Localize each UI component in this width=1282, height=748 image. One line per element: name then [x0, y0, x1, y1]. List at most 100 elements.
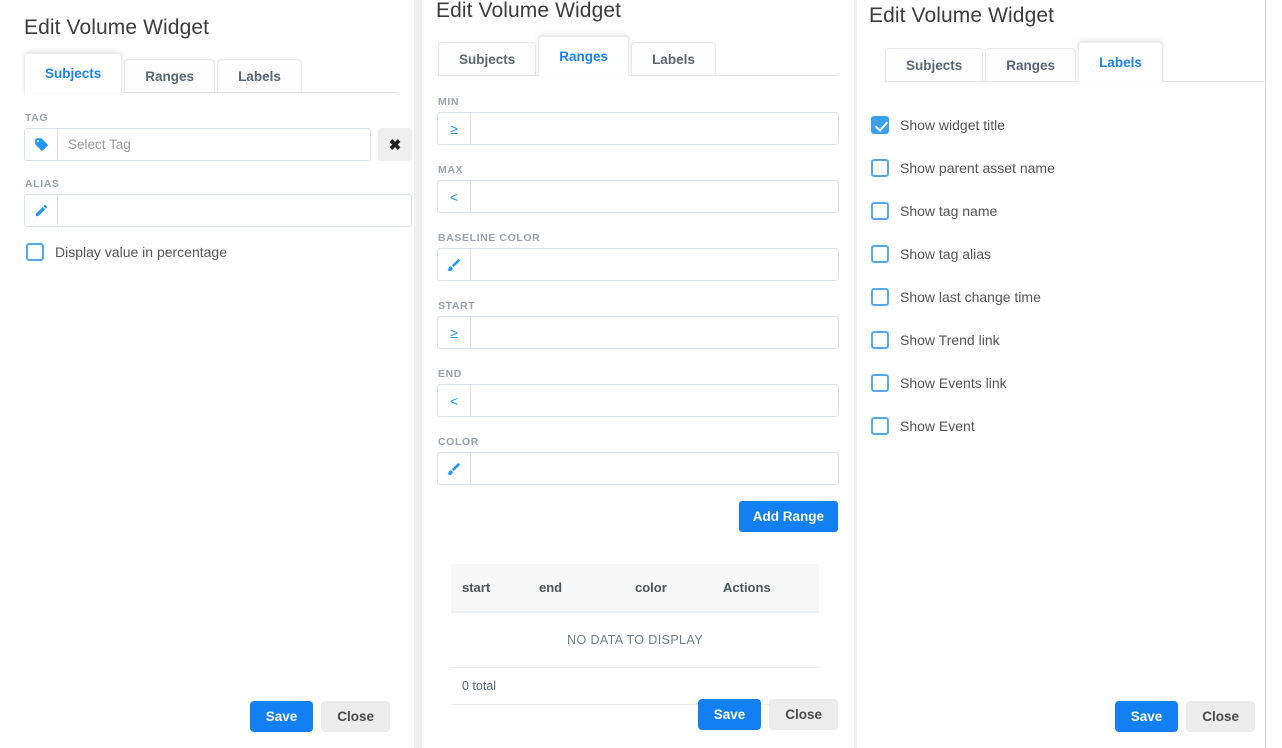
- checkbox-row-show-parent-asset-name[interactable]: Show parent asset name: [871, 146, 1251, 189]
- checkbox-label: Show tag name: [900, 202, 998, 219]
- checkbox-icon[interactable]: [871, 158, 889, 177]
- pencil-icon: [24, 194, 57, 227]
- clear-tag-button[interactable]: ✖: [378, 128, 412, 161]
- no-data-message: NO DATA TO DISPLAY: [451, 612, 819, 668]
- tab-labels[interactable]: Labels: [631, 42, 716, 75]
- checkbox-icon[interactable]: [871, 373, 889, 392]
- checkbox-row-show-last-change-time[interactable]: Show last change time: [871, 275, 1251, 318]
- tab-subjects[interactable]: Subjects: [885, 48, 984, 81]
- checkbox-row-show-widget-title[interactable]: Show widget title: [871, 103, 1251, 146]
- ranges-table: start end color Actions NO DATA TO DISPL…: [451, 564, 819, 705]
- alias-label: ALIAS: [25, 178, 60, 190]
- tab-labels[interactable]: Labels: [1078, 42, 1163, 82]
- baseline-color-input[interactable]: [470, 248, 839, 281]
- dialog-footer: Save Close: [249, 701, 390, 732]
- close-button[interactable]: Close: [321, 701, 390, 732]
- tab-labels[interactable]: Labels: [217, 59, 302, 92]
- end-input[interactable]: [470, 384, 839, 417]
- tab-bar: Subjects Ranges Labels: [24, 53, 398, 93]
- greater-equal-icon: ≥: [437, 112, 470, 145]
- end-label: END: [438, 368, 462, 380]
- page-title: Edit Volume Widget: [24, 16, 210, 39]
- tag-input[interactable]: [57, 128, 371, 161]
- checkbox-label: Show tag alias: [900, 245, 992, 262]
- table-header-row: start end color Actions: [451, 564, 819, 612]
- baseline-color-field-block: BASELINE COLOR: [437, 232, 839, 281]
- dialog-footer: Save Close: [697, 699, 838, 730]
- start-label: START: [438, 300, 476, 312]
- close-icon: ✖: [388, 136, 402, 154]
- color-field-block: COLOR: [437, 436, 839, 485]
- add-range-button[interactable]: Add Range: [738, 501, 838, 532]
- tag-field-block: TAG ✖: [24, 112, 412, 161]
- checkbox-icon[interactable]: [871, 244, 889, 263]
- tag-label: TAG: [25, 112, 49, 124]
- save-button[interactable]: Save: [1114, 701, 1179, 732]
- max-label: MAX: [438, 164, 464, 176]
- baseline-color-label: BASELINE COLOR: [438, 232, 541, 244]
- less-than-icon: <: [437, 384, 470, 417]
- min-label: MIN: [438, 96, 460, 108]
- tag-icon: [24, 128, 57, 161]
- tab-ranges[interactable]: Ranges: [985, 48, 1077, 81]
- min-input[interactable]: [470, 112, 839, 145]
- display-percentage-checkbox-row[interactable]: Display value in percentage: [26, 243, 227, 261]
- dialog-footer: Save Close: [1114, 701, 1255, 732]
- column-start[interactable]: start: [451, 564, 539, 612]
- column-actions: Actions: [723, 580, 771, 595]
- start-input[interactable]: [470, 316, 839, 349]
- brush-icon: [437, 452, 470, 485]
- checkbox-icon[interactable]: [871, 287, 889, 306]
- checkbox-row-show-tag-alias[interactable]: Show tag alias: [871, 232, 1251, 275]
- min-field-block: MIN ≥: [437, 96, 839, 145]
- adjacent-panel-edge: [1265, 0, 1282, 748]
- tab-subjects[interactable]: Subjects: [24, 53, 123, 93]
- tab-ranges[interactable]: Ranges: [538, 36, 630, 76]
- start-field-block: START ≥: [437, 300, 839, 349]
- checkbox-row-show-event[interactable]: Show Event: [871, 404, 1251, 447]
- checkbox-label: Show widget title: [900, 116, 1006, 133]
- edit-volume-widget-dialog-ranges: Edit Volume Widget Subjects Ranges Label…: [422, 0, 854, 748]
- max-field-block: MAX <: [437, 164, 839, 213]
- tab-subjects[interactable]: Subjects: [438, 42, 537, 75]
- checkbox-icon[interactable]: [871, 115, 889, 134]
- checkbox-label: Show parent asset name: [900, 159, 1055, 176]
- checkbox-row-show-tag-name[interactable]: Show tag name: [871, 189, 1251, 232]
- display-percentage-label: Display value in percentage: [55, 244, 227, 260]
- checkbox-row-show-events-link[interactable]: Show Events link: [871, 361, 1251, 404]
- screen: Edit Volume Widget Subjects Ranges Label…: [0, 0, 1282, 748]
- column-end[interactable]: end: [539, 564, 635, 612]
- page-title: Edit Volume Widget: [869, 4, 1055, 27]
- checkbox-label: Show Events link: [900, 374, 1007, 391]
- checkbox-label: Show last change time: [900, 288, 1041, 305]
- checkbox-icon[interactable]: [871, 330, 889, 349]
- color-label: COLOR: [438, 436, 479, 448]
- max-input[interactable]: [470, 180, 839, 213]
- close-button[interactable]: Close: [1186, 701, 1255, 732]
- save-button[interactable]: Save: [249, 701, 314, 732]
- page-title: Edit Volume Widget: [436, 0, 622, 22]
- checkbox-label: Show Trend link: [900, 331, 1000, 348]
- checkbox-icon[interactable]: [871, 416, 889, 435]
- label-options-list: Show widget title Show parent asset name…: [871, 103, 1251, 447]
- color-input[interactable]: [470, 452, 839, 485]
- column-color[interactable]: color: [635, 564, 723, 612]
- edit-volume-widget-dialog-subjects: Edit Volume Widget Subjects Ranges Label…: [0, 0, 414, 748]
- close-button[interactable]: Close: [769, 699, 838, 730]
- greater-equal-icon: ≥: [437, 316, 470, 349]
- tab-ranges[interactable]: Ranges: [124, 59, 216, 92]
- end-field-block: END <: [437, 368, 839, 417]
- brush-icon: [437, 248, 470, 281]
- alias-field-block: ALIAS: [24, 178, 412, 227]
- edit-volume-widget-dialog-labels: Edit Volume Widget Subjects Ranges Label…: [857, 0, 1265, 748]
- checkbox-label: Show Event: [900, 417, 975, 434]
- checkbox-icon[interactable]: [26, 243, 44, 261]
- checkbox-row-show-trend-link[interactable]: Show Trend link: [871, 318, 1251, 361]
- tab-bar: Subjects Ranges Labels: [885, 42, 1265, 82]
- less-than-icon: <: [437, 180, 470, 213]
- tab-bar: Subjects Ranges Labels: [438, 36, 838, 76]
- checkbox-icon[interactable]: [871, 201, 889, 220]
- table-empty-row: NO DATA TO DISPLAY: [451, 612, 819, 668]
- save-button[interactable]: Save: [697, 699, 762, 730]
- alias-input[interactable]: [57, 194, 412, 227]
